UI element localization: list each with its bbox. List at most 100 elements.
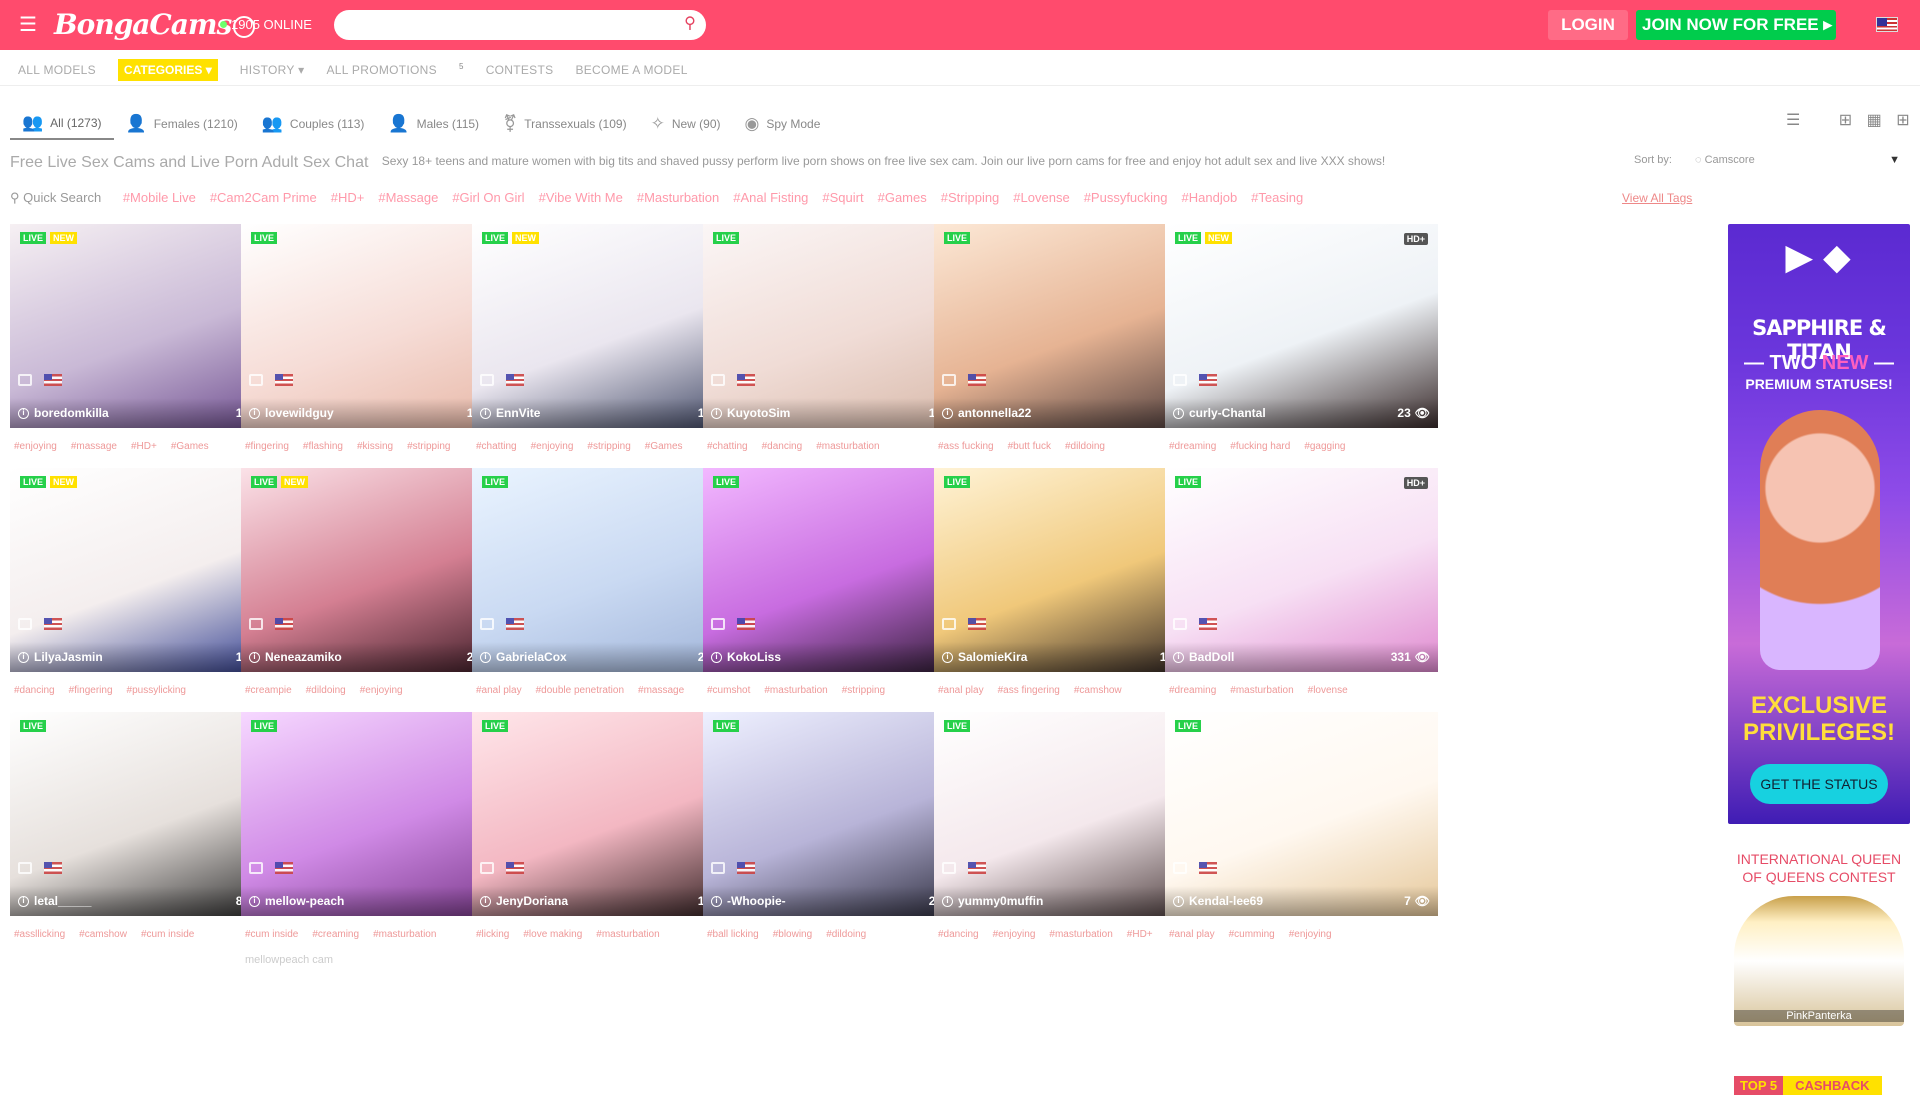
view-all-tags-link[interactable]: View All Tags [1622, 191, 1692, 205]
info-icon[interactable]: i [249, 407, 260, 419]
model-tag-link[interactable]: #chatting [707, 441, 748, 452]
info-icon[interactable]: i [249, 895, 260, 907]
model-tag-link[interactable]: #enjoying [360, 685, 403, 696]
model-tag-link[interactable]: #HD+ [1127, 929, 1153, 940]
model-tag-link[interactable]: #stripping [407, 441, 450, 452]
info-icon[interactable]: i [480, 895, 491, 907]
model-name[interactable]: SalomieKira [958, 650, 1027, 664]
tag-link[interactable]: #Lovense [1013, 190, 1069, 205]
info-icon[interactable]: i [1173, 407, 1184, 419]
nav-history[interactable]: HISTORY ▾ [240, 63, 305, 77]
model-tag-link[interactable]: #ass fingering [998, 685, 1060, 696]
tag-link[interactable]: #Mobile Live [123, 190, 196, 205]
info-icon[interactable]: i [711, 407, 722, 419]
sort-select[interactable]: ◌ Camscore [1695, 154, 1755, 166]
model-tag-link[interactable]: #fucking hard [1230, 441, 1290, 452]
tag-link[interactable]: #Vibe With Me [539, 190, 623, 205]
tag-link[interactable]: #Girl On Girl [452, 190, 524, 205]
model-tag-link[interactable]: #anal play [476, 685, 522, 696]
model-name[interactable]: KuyotoSim [727, 406, 790, 420]
login-button[interactable]: LOGIN [1548, 10, 1628, 40]
model-tag-link[interactable]: #masturbation [816, 441, 879, 452]
nav-become-model[interactable]: BECOME A MODEL [575, 63, 687, 77]
model-tag-link[interactable]: #enjoying [14, 441, 57, 452]
contest-title[interactable]: INTERNATIONAL QUEEN OF QUEENS CONTEST [1728, 850, 1910, 886]
model-tag-link[interactable]: #dildoing [1065, 441, 1105, 452]
model-tag-link[interactable]: #butt fuck [1008, 441, 1051, 452]
model-tag-link[interactable]: #assllicking [14, 929, 65, 940]
model-tag-link[interactable]: #cum inside [141, 929, 194, 940]
tag-link[interactable]: #Teasing [1251, 190, 1303, 205]
tag-link[interactable]: #Massage [378, 190, 438, 205]
language-flag-icon[interactable] [1876, 17, 1898, 32]
small-grid-icon[interactable]: ⊞ [1839, 110, 1852, 130]
model-tag-link[interactable]: #fingering [245, 441, 289, 452]
menu-icon[interactable]: ☰ [16, 13, 40, 37]
tab-transsexuals[interactable]: ⚧ Transsexuals (109) [491, 108, 639, 140]
model-tag-link[interactable]: #cum inside [245, 929, 298, 940]
nav-all-promotions[interactable]: ALL PROMOTIONS 5 [326, 62, 463, 77]
model-tag-link[interactable]: #masturbation [1230, 685, 1293, 696]
model-tag-link[interactable]: #enjoying [993, 929, 1036, 940]
model-tag-link[interactable]: #dancing [14, 685, 55, 696]
chevron-down-icon[interactable]: ▼ [1889, 154, 1900, 166]
model-name[interactable]: -Whoopie- [727, 894, 786, 908]
model-tag-link[interactable]: #blowing [773, 929, 812, 940]
model-tag-link[interactable]: #ass fucking [938, 441, 994, 452]
model-tag-link[interactable]: #gagging [1304, 441, 1345, 452]
info-icon[interactable]: i [18, 895, 29, 907]
model-tag-link[interactable]: #dancing [762, 441, 803, 452]
tag-link[interactable]: #Games [878, 190, 927, 205]
model-tag-link[interactable]: #chatting [476, 441, 517, 452]
model-tag-link[interactable]: #stripping [587, 441, 630, 452]
model-tag-link[interactable]: #kissing [357, 441, 393, 452]
model-tag-link[interactable]: #ball licking [707, 929, 759, 940]
nav-contests[interactable]: CONTESTS [486, 63, 554, 77]
model-tag-link[interactable]: #cumshot [707, 685, 750, 696]
model-tag-link[interactable]: #masturbation [764, 685, 827, 696]
nav-all-models[interactable]: ALL MODELS [18, 63, 96, 77]
model-tag-link[interactable]: #masturbation [373, 929, 436, 940]
model-tag-link[interactable]: #dancing [938, 929, 979, 940]
model-tag-link[interactable]: #massage [71, 441, 117, 452]
model-tag-link[interactable]: #anal play [1169, 929, 1215, 940]
medium-grid-icon[interactable]: ▦ [1867, 110, 1882, 130]
sort-control[interactable]: Sort by: ◌ Camscore ▼ [1634, 154, 1914, 166]
model-tag-link[interactable]: #dreaming [1169, 685, 1216, 696]
model-name[interactable]: boredomkilla [34, 406, 109, 420]
model-tag-link[interactable]: #massage [638, 685, 684, 696]
tag-link[interactable]: #Squirt [822, 190, 863, 205]
model-name[interactable]: antonnella22 [958, 406, 1031, 420]
info-icon[interactable]: i [249, 651, 260, 663]
search-input[interactable] [334, 10, 706, 40]
model-name[interactable]: KokoLiss [727, 650, 781, 664]
model-tag-link[interactable]: #masturbation [596, 929, 659, 940]
info-icon[interactable]: i [18, 407, 29, 419]
model-name[interactable]: letal_____ [34, 894, 91, 908]
model-tag-link[interactable]: #enjoying [531, 441, 574, 452]
quick-search[interactable]: ⚲ Quick Search [10, 190, 101, 205]
tag-link[interactable]: #HD+ [331, 190, 365, 205]
model-tag-link[interactable]: #Games [645, 441, 683, 452]
model-name[interactable]: Neneazamiko [265, 650, 342, 664]
model-tag-link[interactable]: #dildoing [306, 685, 346, 696]
info-icon[interactable]: i [942, 407, 953, 419]
info-icon[interactable]: i [1173, 651, 1184, 663]
info-icon[interactable]: i [18, 651, 29, 663]
model-tag-link[interactable]: #anal play [938, 685, 984, 696]
model-tag-link[interactable]: #dreaming [1169, 441, 1216, 452]
cashback-banner[interactable]: TOP 5 CASHBACK [1734, 1076, 1910, 1098]
tab-males[interactable]: 👤 Males (115) [376, 108, 491, 140]
model-tag-link[interactable]: #double penetration [536, 685, 624, 696]
promo-banner[interactable]: ▶ ◆ SAPPHIRE & TITAN — TWO NEW — PREMIUM… [1728, 224, 1910, 824]
model-name[interactable]: JenyDoriana [496, 894, 568, 908]
model-thumbnail[interactable]: LIVE HD+ i BadDoll 331 👁 [1165, 468, 1438, 672]
tab-new[interactable]: ✧ New (90) [639, 108, 733, 140]
model-tag-link[interactable]: #masturbation [1049, 929, 1112, 940]
nav-categories[interactable]: CATEGORIES ▾ [117, 58, 218, 81]
model-tag-link[interactable]: #creaming [312, 929, 359, 940]
model-tag-link[interactable]: #cumming [1229, 929, 1275, 940]
tag-link[interactable]: #Pussyfucking [1084, 190, 1168, 205]
model-name[interactable]: EnnVite [496, 406, 540, 420]
model-tag-link[interactable]: #dildoing [826, 929, 866, 940]
